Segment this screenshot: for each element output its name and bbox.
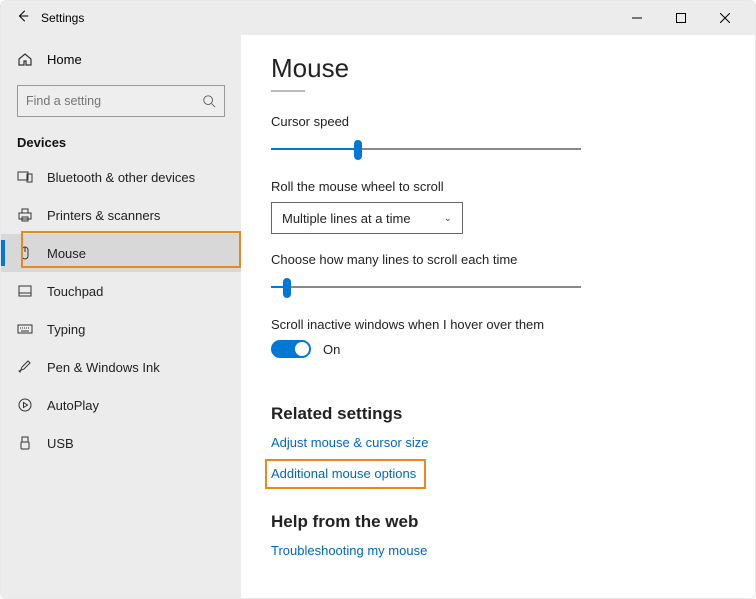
inactive-value: On [323,342,340,357]
sidebar: Home Devices Bluetooth & other devices P… [1,35,241,598]
wheel-label: Roll the mouse wheel to scroll [271,179,725,194]
search-icon [202,94,216,108]
sidebar-item-label: AutoPlay [47,398,99,413]
sidebar-item-label: Bluetooth & other devices [47,170,195,185]
wheel-select-value: Multiple lines at a time [282,211,411,226]
chat-icon [271,596,287,598]
keyboard-icon [17,321,33,337]
sidebar-item-pen[interactable]: Pen & Windows Ink [1,348,241,386]
app-title: Settings [41,11,84,25]
sidebar-item-label: Printers & scanners [47,208,160,223]
usb-icon [17,435,33,451]
sidebar-item-label: Touchpad [47,284,103,299]
cursor-speed-label: Cursor speed [271,114,725,129]
back-button[interactable] [9,9,37,28]
get-help-label: Get help [299,597,348,599]
devices-icon [17,169,33,185]
home-nav[interactable]: Home [1,41,241,77]
sidebar-item-label: Typing [47,322,85,337]
sidebar-item-label: Mouse [47,246,86,261]
maximize-button[interactable] [659,3,703,33]
wheel-select[interactable]: Multiple lines at a time ⌄ [271,202,463,234]
sidebar-item-printers[interactable]: Printers & scanners [1,196,241,234]
cursor-speed-slider[interactable] [271,137,581,161]
sidebar-item-label: Pen & Windows Ink [47,360,160,375]
sidebar-item-mouse[interactable]: Mouse [1,234,241,272]
lines-label: Choose how many lines to scroll each tim… [271,252,725,267]
section-title: Devices [1,127,241,158]
search-input[interactable] [26,94,202,108]
printer-icon [17,207,33,223]
close-button[interactable] [703,3,747,33]
minimize-button[interactable] [615,3,659,33]
sidebar-item-usb[interactable]: USB [1,424,241,462]
page-title: Mouse [271,53,725,90]
sidebar-item-autoplay[interactable]: AutoPlay [1,386,241,424]
link-adjust-size[interactable]: Adjust mouse & cursor size [271,435,429,450]
content-area: Mouse Cursor speed Roll the mouse wheel … [241,35,755,598]
help-heading: Help from the web [271,512,725,532]
link-additional-options[interactable]: Additional mouse options [271,466,416,481]
inactive-label: Scroll inactive windows when I hover ove… [271,317,725,332]
search-box[interactable] [17,85,225,117]
link-troubleshoot[interactable]: Troubleshooting my mouse [271,543,427,558]
sidebar-item-label: USB [47,436,74,451]
lines-slider[interactable] [271,275,581,299]
get-help-row[interactable]: Get help [271,596,725,598]
home-label: Home [47,52,82,67]
chevron-down-icon: ⌄ [444,213,452,224]
autoplay-icon [17,397,33,413]
title-underline [271,90,305,92]
sidebar-item-bluetooth[interactable]: Bluetooth & other devices [1,158,241,196]
inactive-toggle[interactable] [271,340,311,358]
mouse-icon [17,245,33,261]
sidebar-item-touchpad[interactable]: Touchpad [1,272,241,310]
touchpad-icon [17,283,33,299]
home-icon [17,51,33,67]
titlebar: Settings [1,1,755,35]
pen-icon [17,359,33,375]
sidebar-item-typing[interactable]: Typing [1,310,241,348]
related-heading: Related settings [271,404,725,424]
